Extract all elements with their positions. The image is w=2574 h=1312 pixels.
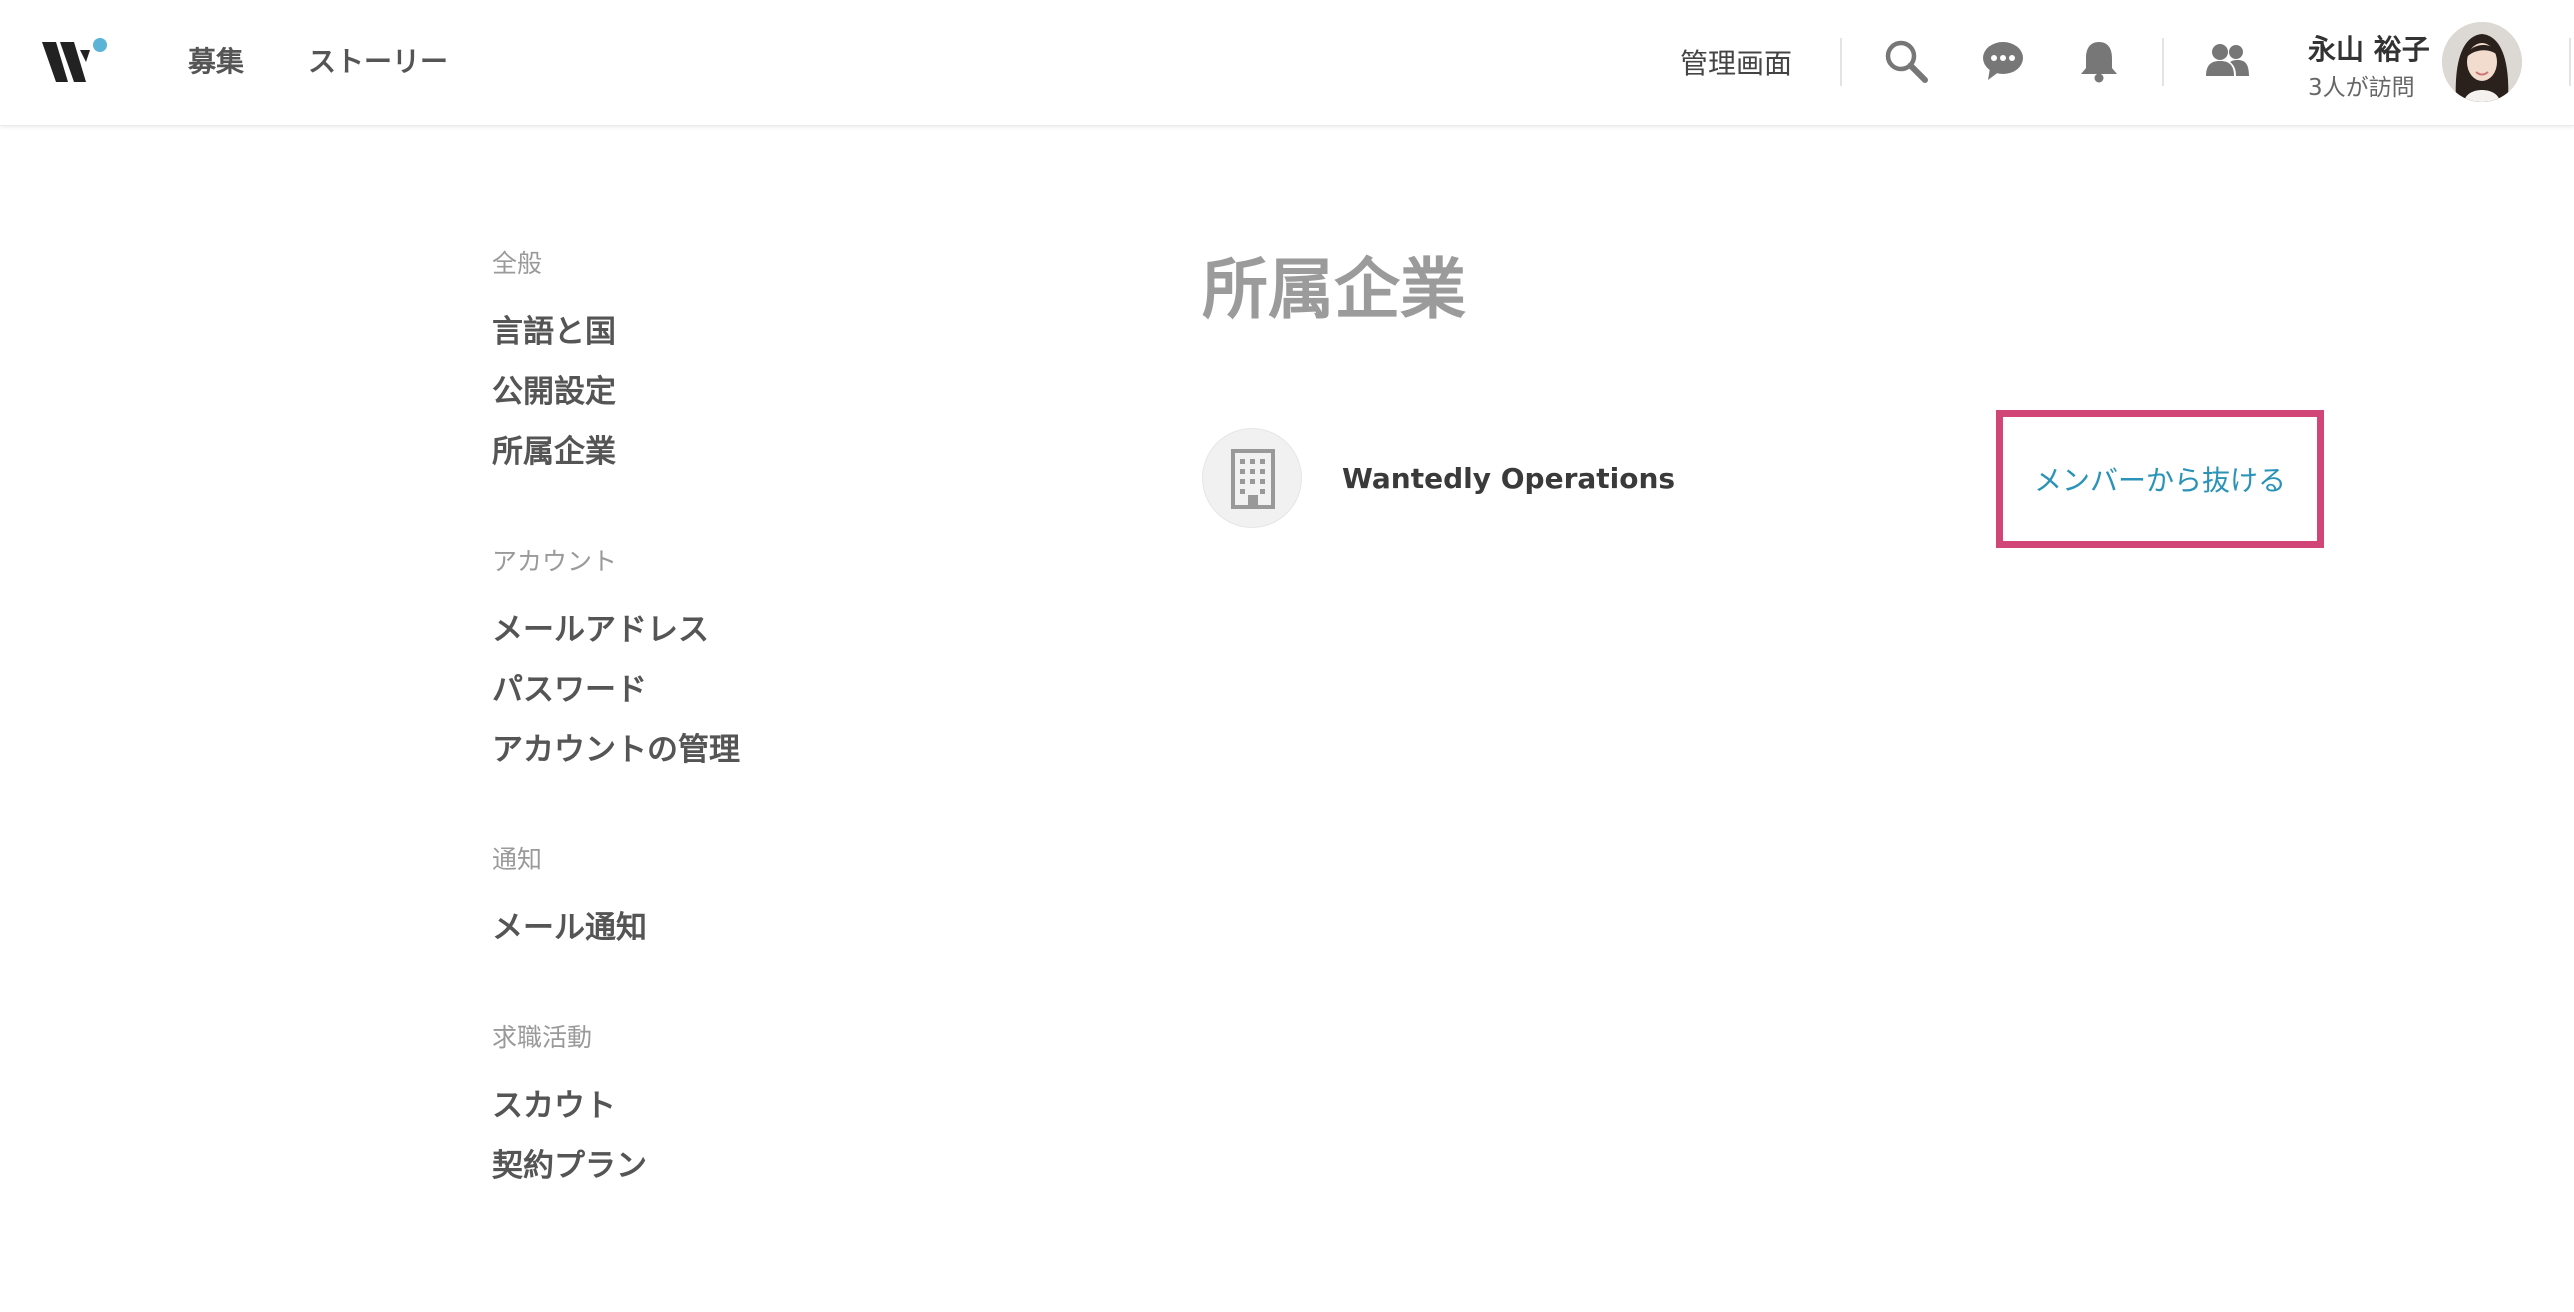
page-title: 所属企業 bbox=[1202, 251, 1466, 328]
sidebar-item-email[interactable]: メールアドレス bbox=[492, 604, 709, 649]
leave-company-button[interactable]: メンバーから抜ける bbox=[2003, 417, 2317, 541]
sidebar-item-language[interactable]: 言語と国 bbox=[492, 306, 616, 351]
people-icon[interactable] bbox=[2204, 38, 2250, 84]
search-icon[interactable] bbox=[1883, 38, 1929, 84]
sidebar-item-contract-plan[interactable]: 契約プラン bbox=[492, 1140, 647, 1185]
company-row: Wantedly Operations メンバーから抜ける bbox=[1202, 410, 2324, 548]
sidebar-item-scout[interactable]: スカウト bbox=[492, 1080, 616, 1125]
wantedly-logo-icon[interactable] bbox=[40, 36, 112, 88]
bell-icon[interactable] bbox=[2076, 38, 2122, 84]
sidebar-item-email-notification[interactable]: メール通知 bbox=[492, 902, 647, 947]
user-name[interactable]: 永山 裕子 bbox=[2308, 28, 2430, 68]
sidebar-item-visibility[interactable]: 公開設定 bbox=[492, 366, 616, 411]
header-divider bbox=[2162, 38, 2164, 86]
avatar[interactable] bbox=[2442, 22, 2522, 102]
nav-recruit[interactable]: 募集 bbox=[188, 40, 244, 80]
section-title-general: 全般 bbox=[492, 249, 543, 278]
header-divider bbox=[1840, 38, 1842, 86]
admin-link[interactable]: 管理画面 bbox=[1680, 42, 1792, 82]
avatar-photo-icon bbox=[2442, 22, 2522, 102]
sidebar-item-password[interactable]: パスワード bbox=[492, 664, 647, 709]
company-name[interactable]: Wantedly Operations bbox=[1342, 462, 1675, 495]
header-divider bbox=[2569, 38, 2571, 86]
sidebar-item-account-management[interactable]: アカウントの管理 bbox=[492, 724, 740, 769]
sidebar-item-company[interactable]: 所属企業 bbox=[492, 426, 616, 471]
nav-story[interactable]: ストーリー bbox=[308, 40, 448, 80]
top-header: 募集 ストーリー 管理画面 永山 裕子 3人が訪問 bbox=[0, 0, 2574, 126]
building-icon bbox=[1231, 449, 1275, 509]
chat-icon[interactable] bbox=[1980, 38, 2026, 84]
visitor-count[interactable]: 3人が訪問 bbox=[2308, 68, 2415, 102]
company-avatar bbox=[1202, 428, 1302, 528]
section-title-account: アカウント bbox=[492, 547, 618, 576]
section-title-job-search: 求職活動 bbox=[492, 1023, 593, 1052]
leave-button-highlight: メンバーから抜ける bbox=[1996, 410, 2324, 548]
section-title-notification: 通知 bbox=[492, 845, 543, 874]
